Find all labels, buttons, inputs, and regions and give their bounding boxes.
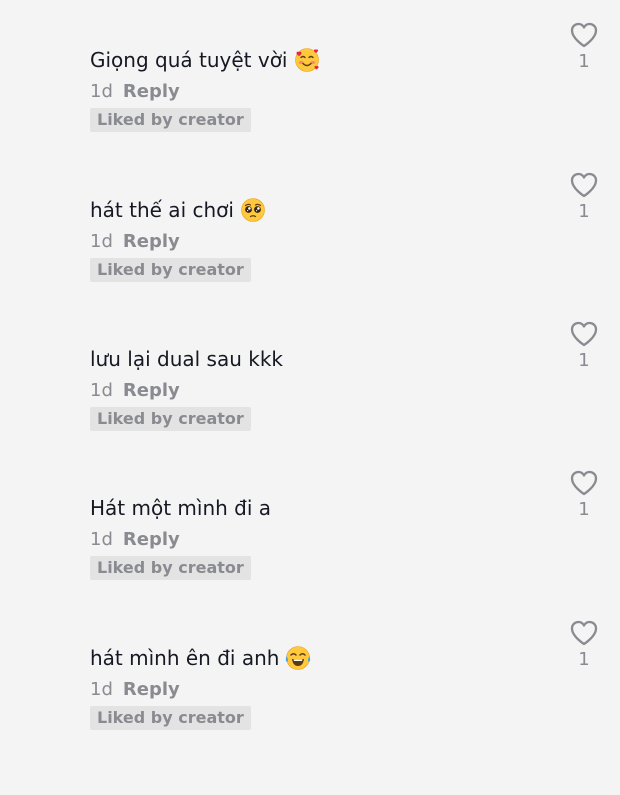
like-count: 1 [578,649,590,670]
face-with-tears-of-joy-icon [286,646,311,670]
comment-text: hát thế ai chơi [90,198,234,222]
reply-button[interactable]: Reply [123,81,180,102]
comment-meta: 1d Reply [90,231,180,253]
comment-text: Giọng quá tuyệt vời [90,48,288,72]
like-count: 1 [578,201,590,222]
comment-meta: 1d Reply [90,81,180,103]
comment-time: 1d [90,380,113,401]
pleading-face-icon [241,198,265,222]
like-count: 1 [578,350,590,371]
reply-button[interactable]: Reply [123,231,180,252]
liked-by-creator-badge: Liked by creator [90,258,251,282]
comment-time: 1d [90,81,113,102]
comment-meta: 1d Reply [90,679,180,701]
comment-item: Giọng quá tuyệt vời 1d Reply Liked by cre… [0,22,620,197]
comment-text-row: lưu lại dual sau kkk [90,346,283,372]
reply-button[interactable]: Reply [123,380,180,401]
comment-time: 1d [90,529,113,550]
comment-text-row: hát mình ên đi anh [90,645,311,671]
comment-text-row: Giọng quá tuyệt vời [90,47,320,73]
liked-by-creator-badge: Liked by creator [90,556,251,580]
comment-text-row: hát thế ai chơi [90,197,266,223]
comment-item: Hát một mình đi a 1d Reply Liked by creat… [0,470,620,645]
comment-time: 1d [90,679,113,700]
comment-meta: 1d Reply [90,529,180,551]
like-button[interactable]: 1 [566,21,602,73]
comment-text: hát mình ên đi anh [90,646,280,670]
heart-outline-icon [570,321,598,347]
comment-text: lưu lại dual sau kkk [90,347,283,371]
comment-item: lưu lại dual sau kkk 1d Reply Liked by cr… [0,321,620,496]
comment-meta: 1d Reply [90,380,180,402]
like-button[interactable]: 1 [566,320,602,372]
comment-item: hát thế ai chơi 1d Reply Liked by creator… [0,172,620,347]
comment-time: 1d [90,231,113,252]
like-count: 1 [578,499,590,520]
smiling-face-with-hearts-icon [294,48,319,72]
like-button[interactable]: 1 [566,619,602,671]
comment-text: Hát một mình đi a [90,496,272,520]
like-button[interactable]: 1 [566,469,602,521]
comment-text-row: Hát một mình đi a [90,495,271,521]
liked-by-creator-badge: Liked by creator [90,407,251,431]
liked-by-creator-badge: Liked by creator [90,706,251,730]
heart-outline-icon [570,22,598,48]
like-button[interactable]: 1 [566,171,602,223]
comment-item: hát mình ên đi anh 1d Reply Liked by crea… [0,620,620,795]
reply-button[interactable]: Reply [123,679,180,700]
heart-outline-icon [570,470,598,496]
like-count: 1 [578,51,590,72]
liked-by-creator-badge: Liked by creator [90,108,251,132]
reply-button[interactable]: Reply [123,529,180,550]
heart-outline-icon [570,620,598,646]
heart-outline-icon [570,172,598,198]
